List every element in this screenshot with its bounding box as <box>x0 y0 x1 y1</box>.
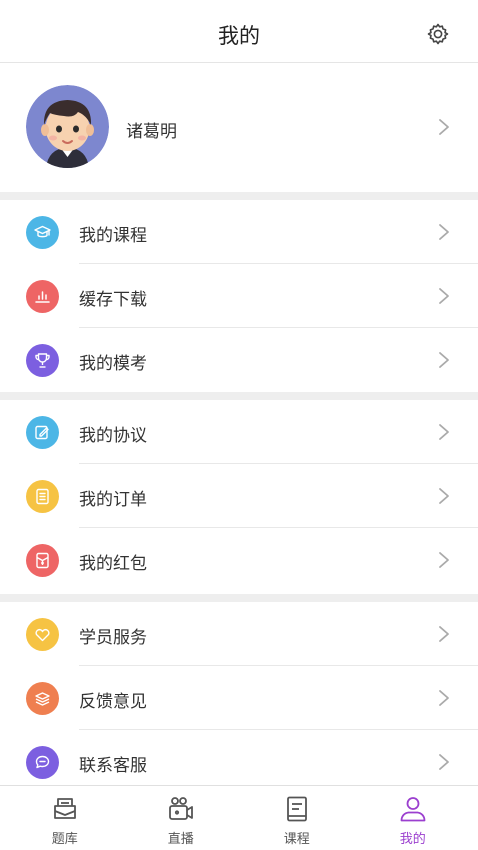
tab-label: 我的 <box>399 832 426 847</box>
chevron-right-icon <box>439 626 449 642</box>
page-title: 我的 <box>218 24 260 48</box>
feedback-stack-icon <box>26 682 59 715</box>
menu-item-label: 缓存下载 <box>79 290 147 310</box>
profile-name: 诸葛明 <box>126 122 177 142</box>
tab-mine[interactable]: 我的 <box>353 786 473 850</box>
chevron-right-icon <box>439 488 449 504</box>
menu-group-learning: 我的课程 缓存下载 我的模考 <box>0 200 478 392</box>
menu-item-label: 联系客服 <box>79 756 147 776</box>
menu-item-my-orders[interactable]: 我的订单 <box>0 464 478 528</box>
menu-item-feedback[interactable]: 反馈意见 <box>0 666 478 730</box>
heart-service-icon <box>26 618 59 651</box>
bottom-tab-bar: 题库 直播 课程 我的 <box>0 785 478 850</box>
chevron-right-icon <box>439 690 449 706</box>
tab-label: 题库 <box>51 832 78 847</box>
tab-courses[interactable]: 课程 <box>237 786 357 850</box>
menu-item-student-services[interactable]: 学员服务 <box>0 602 478 666</box>
menu-item-my-red-packets[interactable]: 我的红包 <box>0 528 478 592</box>
bar-chart-icon <box>26 280 59 313</box>
chevron-right-icon <box>439 119 449 135</box>
chevron-right-icon <box>439 754 449 770</box>
graduation-cap-icon <box>26 216 59 249</box>
chevron-right-icon <box>439 224 449 240</box>
top-nav-bar: 我的 <box>0 0 478 63</box>
tab-question-bank[interactable]: 题库 <box>5 786 125 850</box>
menu-item-downloads[interactable]: 缓存下载 <box>0 264 478 328</box>
profile-card[interactable]: 诸葛明 <box>0 63 478 192</box>
order-list-icon <box>26 480 59 513</box>
video-camera-icon <box>168 797 193 820</box>
course-book-icon <box>286 796 307 822</box>
section-separator <box>0 392 478 400</box>
chevron-right-icon <box>439 552 449 568</box>
avatar <box>26 85 109 168</box>
edit-doc-icon <box>26 416 59 449</box>
tab-label: 直播 <box>167 832 194 847</box>
user-profile-icon <box>400 797 426 822</box>
section-separator <box>0 192 478 200</box>
section-separator <box>0 594 478 602</box>
menu-item-label: 我的红包 <box>79 554 147 574</box>
chevron-right-icon <box>439 352 449 368</box>
chat-bubble-icon <box>26 746 59 779</box>
gear-icon[interactable] <box>426 22 450 46</box>
trophy-icon <box>26 344 59 377</box>
menu-item-label: 学员服务 <box>79 628 147 648</box>
menu-item-label: 我的课程 <box>79 226 147 246</box>
menu-item-label: 我的模考 <box>79 354 147 374</box>
menu-item-label: 我的订单 <box>79 490 147 510</box>
chevron-right-icon <box>439 288 449 304</box>
tab-live[interactable]: 直播 <box>121 786 241 850</box>
tab-label: 课程 <box>283 832 310 847</box>
red-packet-icon <box>26 544 59 577</box>
menu-item-mock-exams[interactable]: 我的模考 <box>0 328 478 392</box>
menu-group-account: 我的协议 我的订单 我的红包 <box>0 400 478 592</box>
chevron-right-icon <box>439 424 449 440</box>
avatar-illustration <box>26 85 109 168</box>
question-bank-icon <box>53 798 76 819</box>
menu-item-label: 我的协议 <box>79 426 147 446</box>
menu-group-support: 学员服务 反馈意见 联系客服 <box>0 602 478 794</box>
menu-item-label: 反馈意见 <box>79 692 147 712</box>
menu-item-my-courses[interactable]: 我的课程 <box>0 200 478 264</box>
menu-item-my-agreements[interactable]: 我的协议 <box>0 400 478 464</box>
